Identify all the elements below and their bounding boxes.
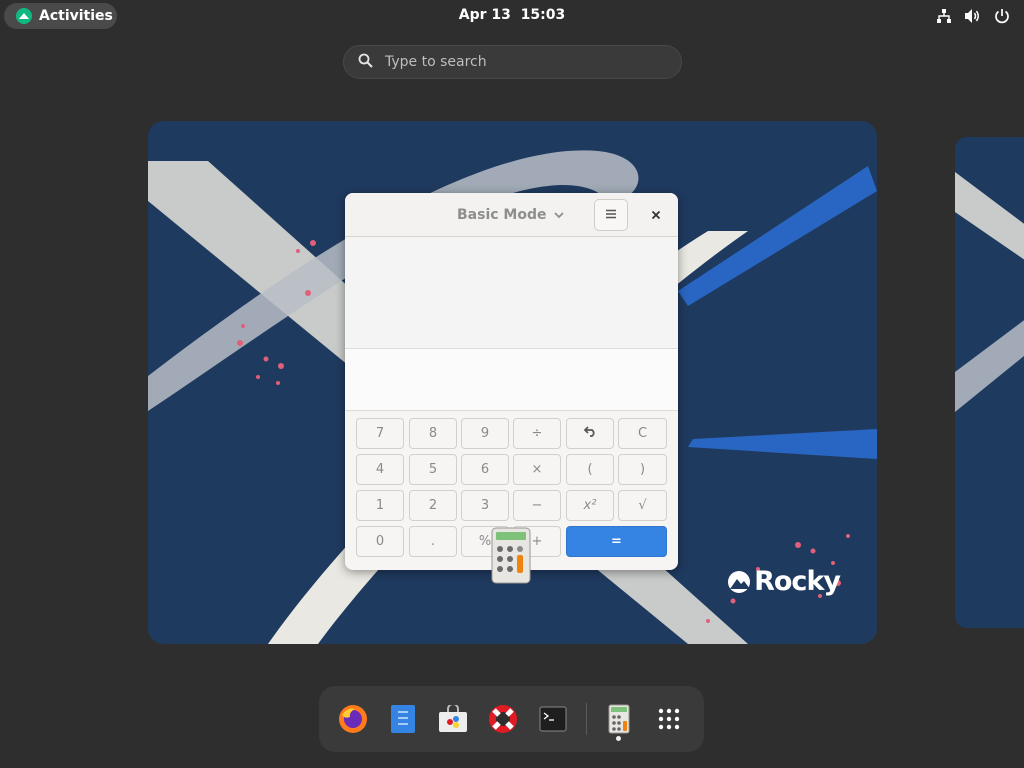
search-icon	[358, 53, 373, 72]
chevron-down-icon	[553, 207, 564, 223]
undo-icon	[583, 426, 597, 441]
key-subtract[interactable]: −	[513, 490, 561, 521]
clock: Apr 13 15:03	[0, 7, 1024, 23]
workspace-thumbnail-2[interactable]	[955, 137, 1024, 628]
activities-button[interactable]: Activities	[4, 3, 117, 29]
app-grid-icon[interactable]	[652, 702, 686, 736]
activities-label: Activities	[39, 8, 113, 24]
rocky-mountain-icon	[728, 570, 751, 593]
rocky-logo-icon	[16, 8, 32, 24]
notes-icon[interactable]	[386, 702, 420, 736]
close-button[interactable]	[645, 204, 667, 226]
terminal-icon[interactable]	[536, 702, 570, 736]
key-close-paren[interactable]: )	[618, 454, 667, 485]
key-equals[interactable]: =	[566, 526, 667, 557]
search-input[interactable]	[385, 54, 655, 70]
key-9[interactable]: 9	[461, 418, 509, 449]
mode-label: Basic Mode	[457, 207, 547, 223]
math-entry[interactable]	[345, 349, 678, 411]
key-clear[interactable]: C	[618, 418, 667, 449]
mode-selector[interactable]: Basic Mode	[457, 204, 564, 226]
dash-separator	[586, 703, 587, 735]
software-icon[interactable]	[436, 702, 470, 736]
network-icon[interactable]	[935, 7, 952, 24]
key-5[interactable]: 5	[409, 454, 457, 485]
key-multiply[interactable]: ×	[513, 454, 561, 485]
key-6[interactable]: 6	[461, 454, 509, 485]
key-7[interactable]: 7	[356, 418, 404, 449]
volume-icon[interactable]	[964, 7, 981, 24]
search-bar[interactable]	[343, 45, 682, 79]
hamburger-icon	[605, 207, 617, 223]
system-tray[interactable]	[935, 7, 1010, 24]
close-icon	[651, 206, 661, 224]
key-square[interactable]: x²	[566, 490, 614, 521]
rocky-brand-logo: Rocky	[726, 566, 841, 597]
key-sqrt[interactable]: √	[618, 490, 667, 521]
wallpaper-2	[955, 137, 1024, 628]
calculator-window[interactable]: Basic Mode 7 8 9 ÷ C 4 5 6 × () 1 2 3 −…	[345, 193, 678, 570]
firefox-icon[interactable]	[336, 702, 370, 736]
calculator-app-icon[interactable]	[491, 527, 531, 584]
key-8[interactable]: 8	[409, 418, 457, 449]
history-view	[345, 237, 678, 349]
rocky-brand-text: Rocky	[754, 566, 841, 597]
running-indicator	[616, 736, 621, 741]
key-0[interactable]: 0	[356, 526, 404, 557]
key-2[interactable]: 2	[409, 490, 457, 521]
key-decimal[interactable]: .	[409, 526, 457, 557]
key-1[interactable]: 1	[356, 490, 404, 521]
dash	[319, 686, 704, 752]
key-undo[interactable]	[566, 418, 614, 449]
calculator-headerbar: Basic Mode	[345, 193, 678, 237]
clock-label[interactable]: Apr 13 15:03	[459, 7, 565, 23]
power-icon[interactable]	[993, 7, 1010, 24]
menu-button[interactable]	[594, 199, 628, 231]
calculator-icon[interactable]	[602, 702, 636, 736]
top-bar: Activities Apr 13 15:03	[0, 0, 1024, 32]
key-open-paren[interactable]: (	[566, 454, 614, 485]
key-4[interactable]: 4	[356, 454, 404, 485]
help-icon[interactable]	[486, 702, 520, 736]
key-3[interactable]: 3	[461, 490, 509, 521]
key-divide[interactable]: ÷	[513, 418, 561, 449]
